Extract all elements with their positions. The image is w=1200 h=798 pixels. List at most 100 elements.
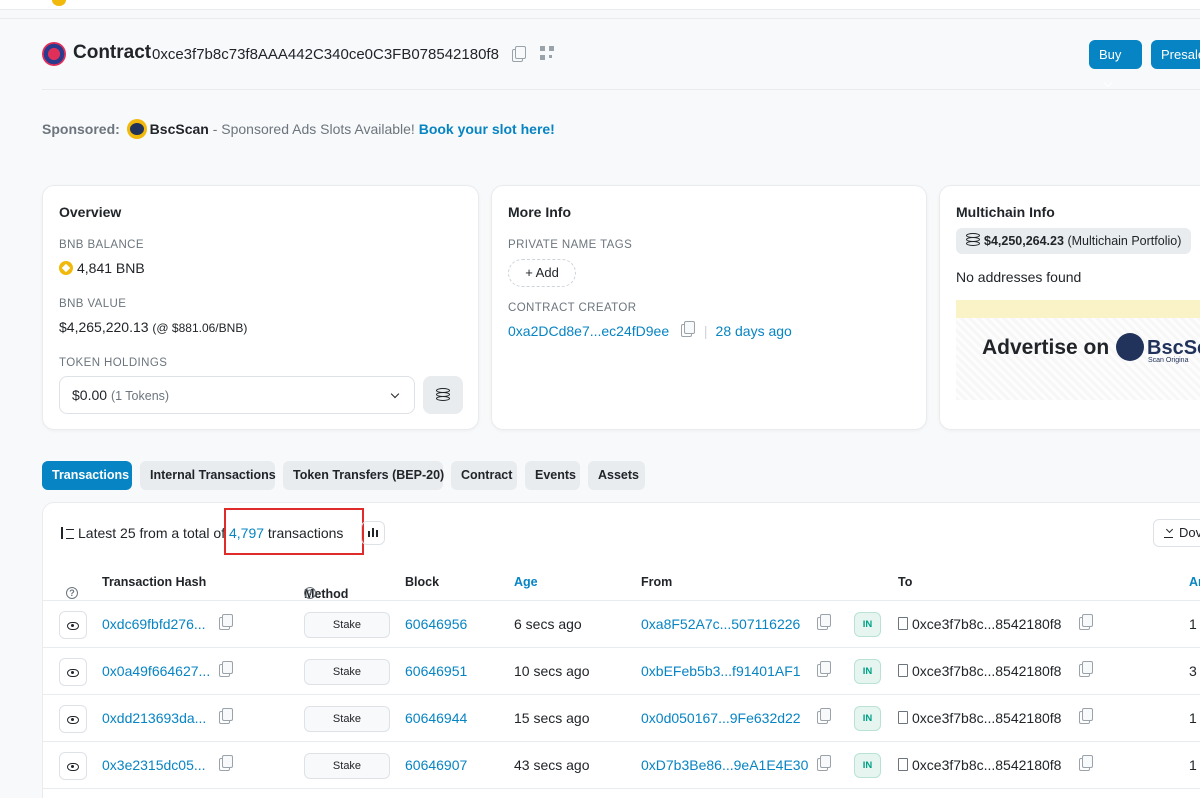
col-block: Block	[405, 575, 440, 589]
copy-icon[interactable]	[1079, 755, 1093, 771]
copy-icon[interactable]	[1079, 661, 1093, 677]
contract-file-icon	[898, 664, 908, 677]
more-info-card: More Info PRIVATE NAME TAGS + Add CONTRA…	[491, 185, 927, 430]
help-icon[interactable]: ?	[304, 587, 316, 599]
contract-avatar-icon	[42, 42, 66, 66]
block-link[interactable]: 60646956	[405, 616, 467, 632]
tab-internal-transactions[interactable]: Internal Transactions	[140, 461, 276, 490]
contract-file-icon	[898, 617, 908, 630]
highlight-box	[224, 508, 364, 555]
method-badge: Stake	[304, 612, 390, 638]
creator-tx-age-link[interactable]: 28 days ago	[716, 323, 792, 339]
ad-text: Advertise on	[982, 336, 1110, 359]
ad-brand: BscScScan Origina	[1116, 333, 1200, 364]
copy-icon[interactable]	[219, 661, 233, 677]
chevron-down-icon	[390, 389, 400, 399]
sort-icon[interactable]	[59, 527, 75, 539]
sponsor-text: - Sponsored Ads Slots Available!	[208, 121, 419, 137]
more-info-title: More Info	[508, 204, 571, 220]
view-details-button[interactable]	[59, 705, 87, 733]
col-age[interactable]: Age	[514, 575, 538, 589]
copy-icon[interactable]	[219, 708, 233, 724]
creator-address-link[interactable]: 0xa2DCd8e7...ec24fD9ee	[508, 323, 669, 339]
bscscan-logo-icon	[1116, 333, 1144, 361]
block-link[interactable]: 60646944	[405, 710, 467, 726]
copy-icon[interactable]	[817, 708, 831, 724]
bar-chart-icon	[372, 528, 374, 537]
sponsor-brand: BscScan	[149, 121, 209, 137]
portfolio-value: $4,250,264.23	[984, 234, 1064, 248]
view-details-button[interactable]	[59, 752, 87, 780]
from-address-link[interactable]: 0xa8F52A7c...507116226	[641, 616, 800, 632]
tab-token-transfers[interactable]: Token Transfers (BEP-20)	[283, 461, 444, 490]
col-amount[interactable]: Ar	[1189, 575, 1200, 589]
from-address-link[interactable]: 0x0d050167...9Fe632d22	[641, 710, 801, 726]
separator: |	[703, 323, 708, 339]
tx-hash-link[interactable]: 0x0a49f664627...	[102, 663, 210, 679]
view-details-button[interactable]	[59, 658, 87, 686]
site-logo-icon[interactable]	[52, 0, 66, 6]
copy-icon[interactable]	[1079, 614, 1093, 630]
tx-hash-link[interactable]: 0x3e2315dc05...	[102, 757, 206, 773]
buy-button[interactable]: Buy	[1089, 40, 1142, 88]
tab-transactions[interactable]: Transactions	[42, 461, 132, 490]
direction-badge: IN	[854, 753, 881, 778]
download-button[interactable]: Dov	[1153, 519, 1200, 547]
copy-icon[interactable]	[681, 321, 695, 337]
add-name-tag-button[interactable]: + Add	[508, 259, 576, 287]
copy-icon[interactable]	[512, 46, 526, 62]
col-to: To	[898, 575, 913, 589]
copy-icon[interactable]	[817, 614, 831, 630]
tx-age: 15 secs ago	[514, 710, 590, 726]
page-header: Contract 0xce3f7b8c73f8AAA442C340ce0C3FB…	[42, 40, 1200, 88]
view-details-button[interactable]	[59, 611, 87, 639]
download-label: Dov	[1179, 525, 1200, 540]
copy-icon[interactable]	[817, 755, 831, 771]
book-slot-link[interactable]: Book your slot here!	[419, 121, 555, 137]
token-holdings-count: (1 Tokens)	[110, 389, 170, 403]
copy-icon[interactable]	[219, 614, 233, 630]
tx-age: 6 secs ago	[514, 616, 582, 632]
ad-strip	[956, 300, 1200, 318]
from-address-link[interactable]: 0xbEFeb5b3...f91401AF1	[641, 663, 801, 679]
bnb-balance-label: BNB BALANCE	[59, 239, 144, 251]
multichain-portfolio-button[interactable]: $4,250,264.23 (Multichain Portfolio)	[956, 228, 1192, 254]
tab-assets[interactable]: Assets	[588, 461, 645, 490]
contract-creator-label: CONTRACT CREATOR	[508, 302, 637, 314]
direction-badge: IN	[854, 659, 881, 684]
copy-icon[interactable]	[219, 755, 233, 771]
token-holdings-value: $0.00	[72, 387, 108, 403]
block-link[interactable]: 60646907	[405, 757, 467, 773]
to-address: 0xce3f7b8c...8542180f8	[912, 663, 1062, 679]
token-holdings-dropdown[interactable]: $0.00 (1 Tokens)	[59, 376, 415, 414]
sponsored-banner: Sponsored: BscScan - Sponsored Ads Slots…	[42, 119, 555, 139]
tab-events[interactable]: Events	[525, 461, 580, 490]
direction-badge: IN	[854, 612, 881, 637]
presale-button[interactable]: Presale	[1151, 40, 1200, 69]
advertise-banner[interactable]: Advertise on BscScScan Origina	[956, 300, 1200, 400]
col-from: From	[641, 575, 673, 589]
tx-hash-link[interactable]: 0xdd213693da...	[102, 710, 206, 726]
tx-amount: 1	[1189, 616, 1197, 632]
coins-stack-icon	[436, 388, 450, 402]
analytics-chart-button[interactable]	[361, 521, 385, 545]
copy-icon[interactable]	[817, 661, 831, 677]
tx-amount: 1	[1189, 757, 1197, 773]
contract-file-icon	[898, 758, 908, 771]
bar-chart-icon	[376, 530, 378, 537]
to-address: 0xce3f7b8c...8542180f8	[912, 710, 1062, 726]
table-row: 0x0a49f664627... Stake 60646951 10 secs …	[43, 648, 1200, 695]
from-address-link[interactable]: 0xD7b3Be86...9eA1E4E30	[641, 757, 808, 773]
tab-contract[interactable]: Contract	[451, 461, 517, 490]
tx-hash-link[interactable]: 0xdc69fbfd276...	[102, 616, 206, 632]
divider	[0, 18, 1200, 19]
multichain-info-card: Multichain Info $4,250,264.23 (Multichai…	[939, 185, 1200, 430]
token-holdings-label: TOKEN HOLDINGS	[59, 357, 168, 369]
transactions-panel: Latest 25 from a total of 4,797 transact…	[42, 502, 1200, 798]
eye-icon	[67, 622, 79, 630]
token-portfolio-button[interactable]	[423, 376, 463, 414]
block-link[interactable]: 60646951	[405, 663, 467, 679]
qr-code-icon[interactable]	[540, 46, 554, 60]
copy-icon[interactable]	[1079, 708, 1093, 724]
bar-chart-icon	[368, 531, 370, 537]
